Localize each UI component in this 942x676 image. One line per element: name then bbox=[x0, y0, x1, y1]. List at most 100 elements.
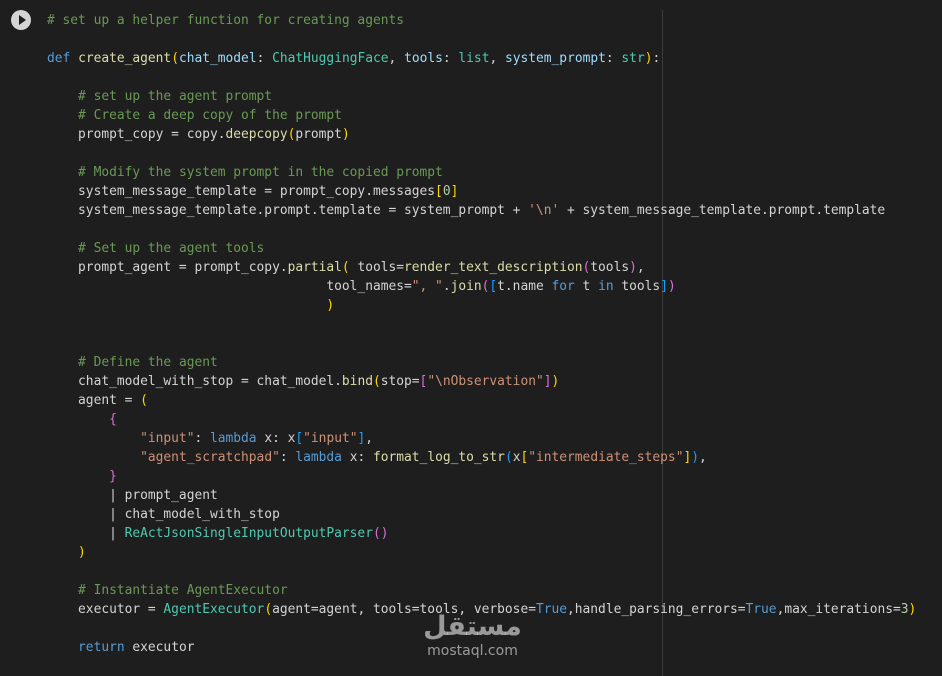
code-line: "agent_scratchpad": lambda x: format_log… bbox=[47, 448, 916, 467]
code-token: ( bbox=[140, 393, 148, 408]
notebook-code-cell[interactable]: # set up a helper function for creating … bbox=[0, 0, 942, 676]
code-token: bind bbox=[341, 374, 373, 389]
code-token: return bbox=[78, 640, 125, 655]
code-token: [ bbox=[435, 184, 443, 199]
code-token: chat_model_with_stop = chat_model. bbox=[47, 374, 342, 389]
code-token: def bbox=[47, 51, 71, 66]
code-token: join bbox=[450, 279, 482, 294]
code-token: # Instantiate AgentExecutor bbox=[78, 583, 288, 598]
code-line: def create_agent(chat_model: ChatHugging… bbox=[47, 49, 916, 68]
code-line: # Modify the system prompt in the copied… bbox=[47, 163, 916, 182]
code-token: ] bbox=[450, 184, 459, 199]
code-token: deepcopy bbox=[225, 127, 288, 142]
code-token: "\nObservation" bbox=[427, 374, 544, 389]
code-token: | prompt_agent bbox=[47, 488, 218, 503]
code-line: ) bbox=[47, 296, 916, 315]
code-token: tools bbox=[590, 260, 630, 275]
code-token: tool_names= bbox=[47, 279, 412, 294]
code-token: ) bbox=[326, 298, 335, 313]
run-cell-button[interactable] bbox=[11, 10, 31, 30]
code-line: | ReActJsonSingleInputOutputParser() bbox=[47, 524, 916, 543]
code-token: render_text_description bbox=[404, 260, 583, 275]
code-token: system_message_template = prompt_copy.me… bbox=[47, 184, 436, 199]
code-token: prompt_copy = copy. bbox=[47, 127, 226, 142]
code-token: lambda bbox=[210, 431, 257, 446]
code-line: } bbox=[47, 467, 916, 486]
code-line: # set up the agent prompt bbox=[47, 87, 916, 106]
watermark: مستقل mostaql.com bbox=[410, 612, 535, 660]
code-token: 0 bbox=[442, 184, 451, 199]
code-token: # Set up the agent tools bbox=[78, 241, 265, 256]
code-line: # Create a deep copy of the prompt bbox=[47, 106, 916, 125]
code-token: ) bbox=[908, 602, 917, 617]
code-token: chat_model bbox=[178, 51, 257, 66]
code-token: + system_message_template.prompt.templat… bbox=[559, 203, 886, 218]
code-token: format_log_to_str bbox=[373, 450, 505, 465]
code-token: ( bbox=[171, 51, 179, 66]
code-line: tool_names=", ".join([t.name for t in to… bbox=[47, 277, 916, 296]
code-token: stop= bbox=[380, 374, 420, 389]
code-token: in bbox=[598, 279, 614, 294]
code-token: ( bbox=[341, 260, 350, 275]
code-token: executor bbox=[124, 640, 195, 655]
code-token: # set up the agent prompt bbox=[78, 89, 273, 104]
code-token: # set up a helper function for creating … bbox=[47, 13, 404, 28]
code-token: x: bbox=[341, 450, 373, 465]
code-token: x: x bbox=[256, 431, 296, 446]
code-token: , bbox=[489, 51, 505, 66]
code-token: tools bbox=[404, 51, 443, 66]
code-token: "intermediate_steps" bbox=[528, 450, 684, 465]
code-token: , bbox=[636, 260, 645, 275]
code-token: : bbox=[256, 51, 273, 66]
code-token: , bbox=[365, 431, 374, 446]
code-token: ) bbox=[629, 260, 637, 275]
code-token: , bbox=[388, 51, 405, 66]
code-token: create_agent bbox=[78, 51, 172, 66]
code-token: executor = bbox=[47, 602, 164, 617]
code-line: ) bbox=[47, 543, 916, 562]
code-token: ) bbox=[341, 127, 350, 142]
code-token: t.name bbox=[497, 279, 552, 294]
code-token: # Define the agent bbox=[78, 355, 218, 370]
code-line: chat_model_with_stop = chat_model.bind(s… bbox=[47, 372, 916, 391]
code-token: ) bbox=[691, 450, 699, 465]
code-line: # Set up the agent tools bbox=[47, 239, 916, 258]
code-token: ( bbox=[264, 602, 273, 617]
code-token: "input" bbox=[140, 431, 195, 446]
code-token: list bbox=[458, 51, 490, 66]
code-token: t bbox=[574, 279, 599, 294]
code-token: partial bbox=[287, 260, 342, 275]
code-token: ChatHuggingFace bbox=[272, 51, 389, 66]
code-token: prompt_agent = prompt_copy. bbox=[47, 260, 288, 275]
code-token: agent = bbox=[47, 393, 141, 408]
code-line: { bbox=[47, 410, 916, 429]
code-token: lambda bbox=[295, 450, 342, 465]
code-token: "agent_scratchpad" bbox=[140, 450, 280, 465]
code-token: prompt bbox=[295, 127, 342, 142]
code-token: True bbox=[745, 602, 777, 617]
code-editor[interactable]: # set up a helper function for creating … bbox=[47, 11, 916, 657]
code-token: True bbox=[535, 602, 568, 617]
code-line: | prompt_agent bbox=[47, 486, 916, 505]
code-token: system_prompt bbox=[504, 51, 606, 66]
code-token: { bbox=[109, 412, 117, 427]
code-token: : bbox=[652, 51, 661, 66]
code-line: "input": lambda x: x["input"], bbox=[47, 429, 916, 448]
code-token: [ bbox=[489, 279, 498, 294]
code-token: : bbox=[442, 51, 459, 66]
code-line: # set up a helper function for creating … bbox=[47, 11, 916, 30]
code-token: } bbox=[109, 469, 117, 484]
code-token: ", " bbox=[411, 279, 443, 294]
code-line: | chat_model_with_stop bbox=[47, 505, 916, 524]
